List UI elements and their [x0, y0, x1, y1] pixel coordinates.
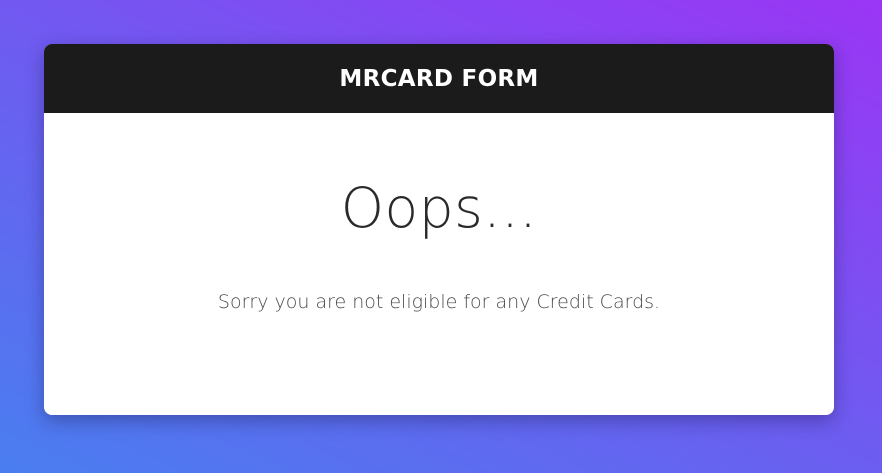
form-title: MRCARD FORM — [339, 65, 539, 92]
ineligibility-message: Sorry you are not eligible for any Credi… — [217, 291, 661, 313]
card-body: Oops... Sorry you are not eligible for a… — [44, 113, 834, 415]
form-card: MRCARD FORM Oops... Sorry you are not el… — [44, 44, 834, 415]
page-background: { "form": { "title": "MRCARD FORM", "hea… — [0, 0, 882, 473]
card-header: MRCARD FORM — [44, 44, 834, 113]
error-heading: Oops... — [340, 176, 538, 240]
